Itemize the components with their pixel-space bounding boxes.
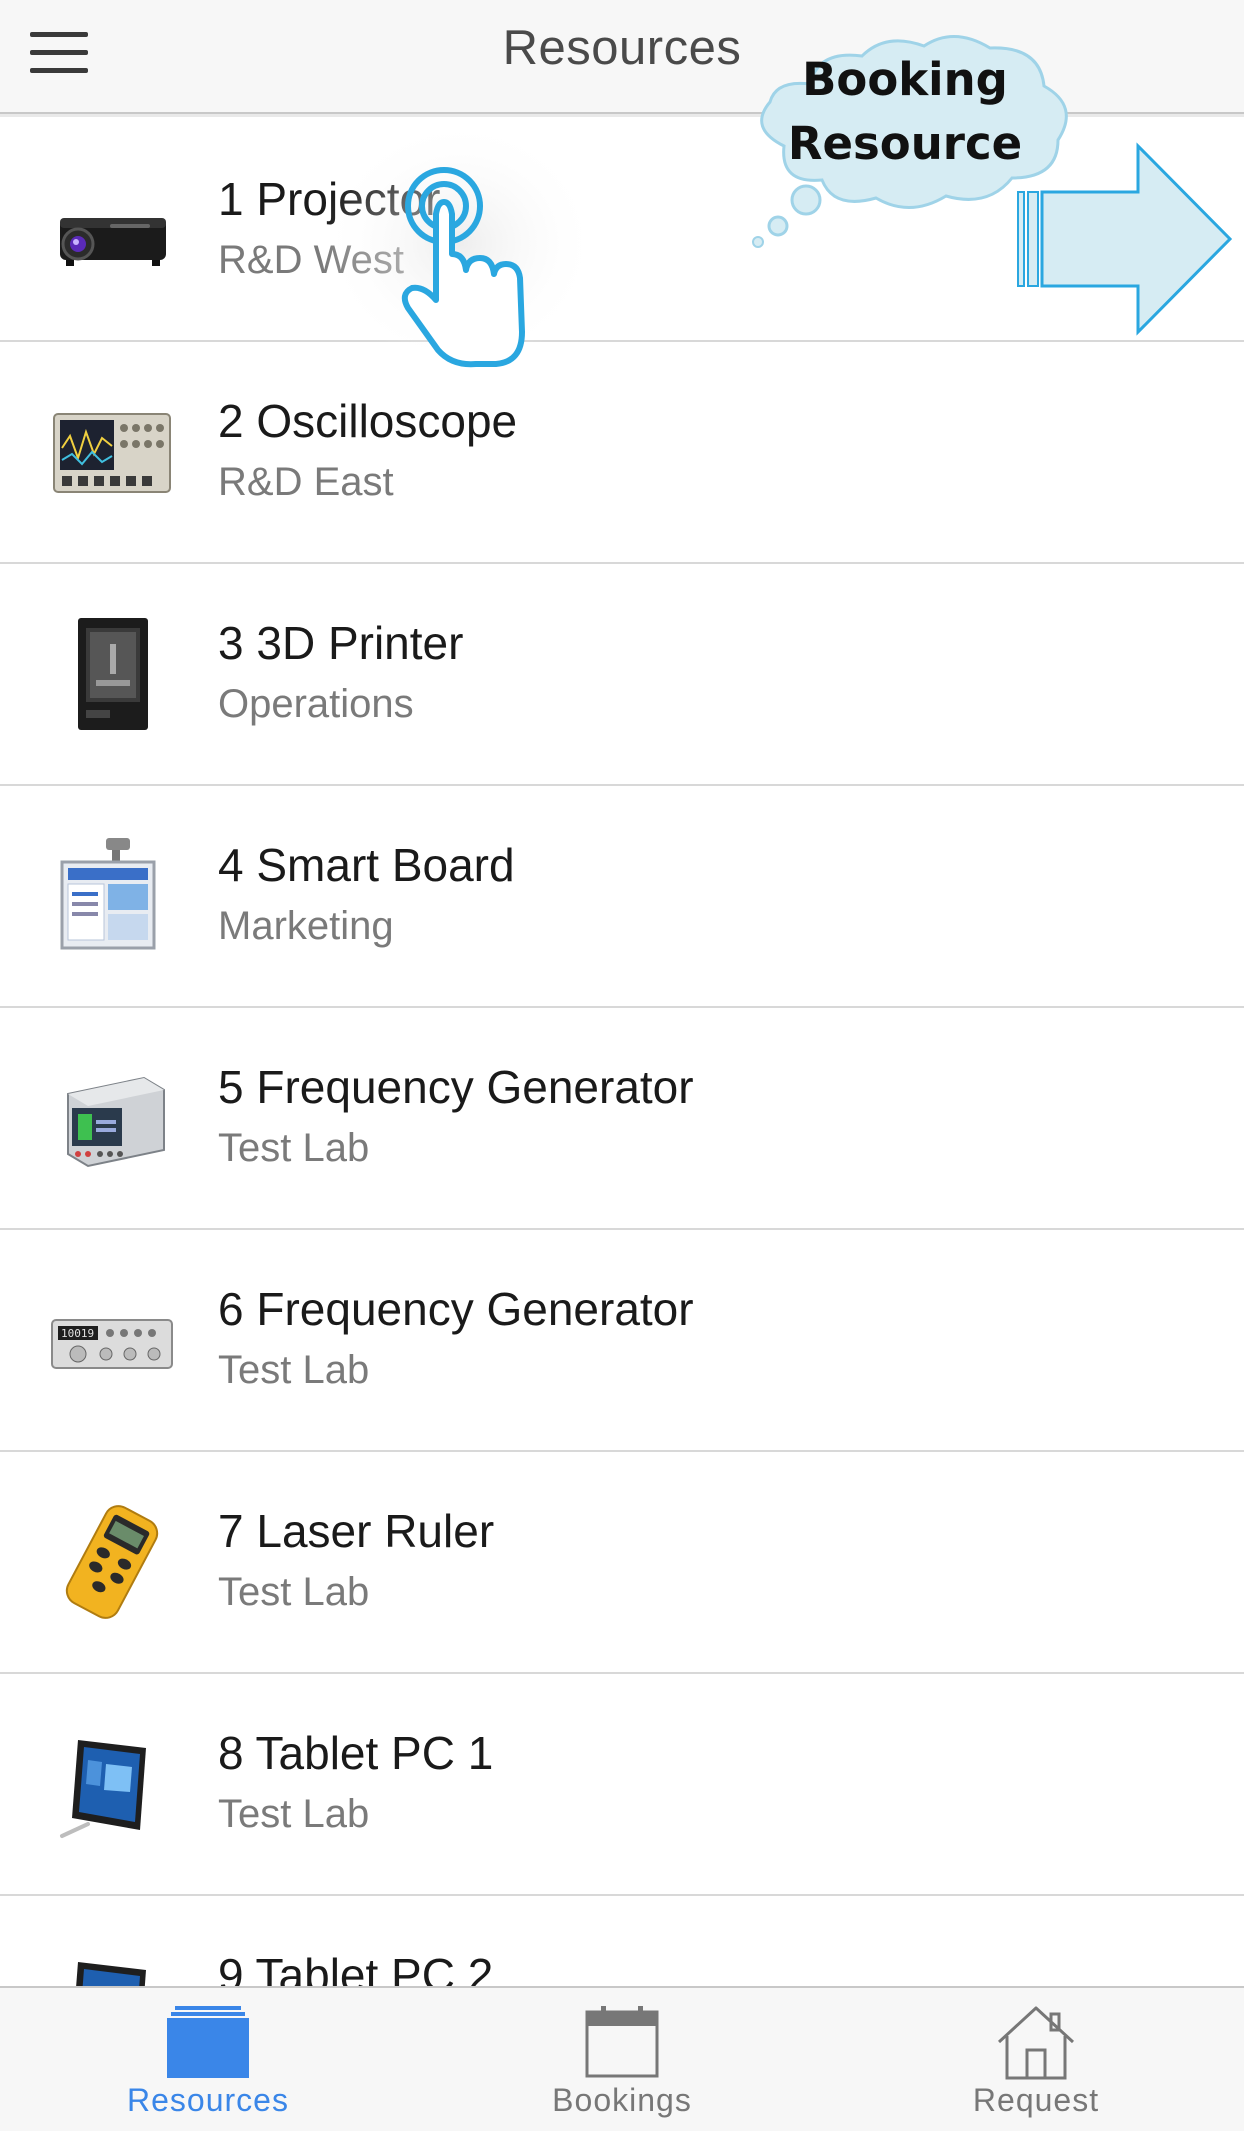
resource-title: 8 Tablet PC 1 xyxy=(218,1727,494,1779)
resource-location: Marketing xyxy=(218,904,394,948)
resource-title: 6 Frequency Generator xyxy=(218,1283,694,1335)
frequency-generator-icon: 10019 xyxy=(48,1276,176,1404)
tablet-pc-icon xyxy=(48,1942,176,1986)
resource-title: 3 3D Printer xyxy=(218,617,464,669)
calendar-icon xyxy=(577,2002,667,2082)
list-item[interactable]: 10019 6 Frequency Generator Test Lab xyxy=(0,1230,1244,1452)
laser-ruler-icon xyxy=(48,1498,176,1626)
callout-text: Booking Resource xyxy=(755,48,1055,176)
folder-icon xyxy=(163,2002,253,2082)
list-item[interactable]: 8 Tablet PC 1 Test Lab xyxy=(0,1674,1244,1896)
app-screen: Resources 1 Projector R&D West xyxy=(0,0,1244,2131)
resource-title: 4 Smart Board xyxy=(218,839,515,891)
tablet-pc-icon xyxy=(48,1720,176,1848)
resource-location: Test Lab xyxy=(218,1570,370,1614)
list-item[interactable]: 7 Laser Ruler Test Lab xyxy=(0,1452,1244,1674)
projector-icon xyxy=(48,166,176,294)
tap-gesture-icon xyxy=(300,118,620,378)
oscilloscope-icon xyxy=(48,388,176,516)
resource-title: 9 Tablet PC 2 xyxy=(218,1949,494,1986)
3d-printer-icon xyxy=(48,610,176,738)
resource-title: 7 Laser Ruler xyxy=(218,1505,495,1557)
list-item[interactable]: 5 Frequency Generator Test Lab xyxy=(0,1008,1244,1230)
smart-board-icon xyxy=(48,832,176,960)
frequency-generator-icon xyxy=(48,1054,176,1182)
resource-location: Test Lab xyxy=(218,1126,370,1170)
callout-line-2: Resource xyxy=(787,117,1023,170)
tab-bar: Resources Bookings Request xyxy=(0,1986,1244,2131)
resource-location: R&D East xyxy=(218,460,394,504)
tab-request[interactable]: Request xyxy=(886,1988,1186,2131)
tab-label: Bookings xyxy=(552,2082,692,2118)
tab-label: Request xyxy=(972,2082,1100,2118)
list-item[interactable]: 2 Oscilloscope R&D East xyxy=(0,342,1244,564)
list-item[interactable]: 4 Smart Board Marketing xyxy=(0,786,1244,1008)
resource-title: 5 Frequency Generator xyxy=(218,1061,694,1113)
tab-resources[interactable]: Resources xyxy=(58,1988,358,2131)
resource-location: Operations xyxy=(218,682,414,726)
list-item[interactable]: 3 3D Printer Operations xyxy=(0,564,1244,786)
resource-location: Test Lab xyxy=(218,1792,370,1836)
tab-label: Resources xyxy=(127,2082,289,2118)
list-item[interactable]: 9 Tablet PC 2 xyxy=(0,1896,1244,1986)
right-arrow-icon xyxy=(1012,140,1233,340)
tab-bookings[interactable]: Bookings xyxy=(472,1988,772,2131)
resource-title: 2 Oscilloscope xyxy=(218,395,518,447)
home-icon xyxy=(991,2002,1081,2082)
resource-list: 1 Projector R&D West xyxy=(0,120,1244,1986)
callout-line-1: Booking xyxy=(802,53,1008,106)
resource-location: Test Lab xyxy=(218,1348,370,1392)
svg-text:10019: 10019 xyxy=(61,1327,94,1340)
